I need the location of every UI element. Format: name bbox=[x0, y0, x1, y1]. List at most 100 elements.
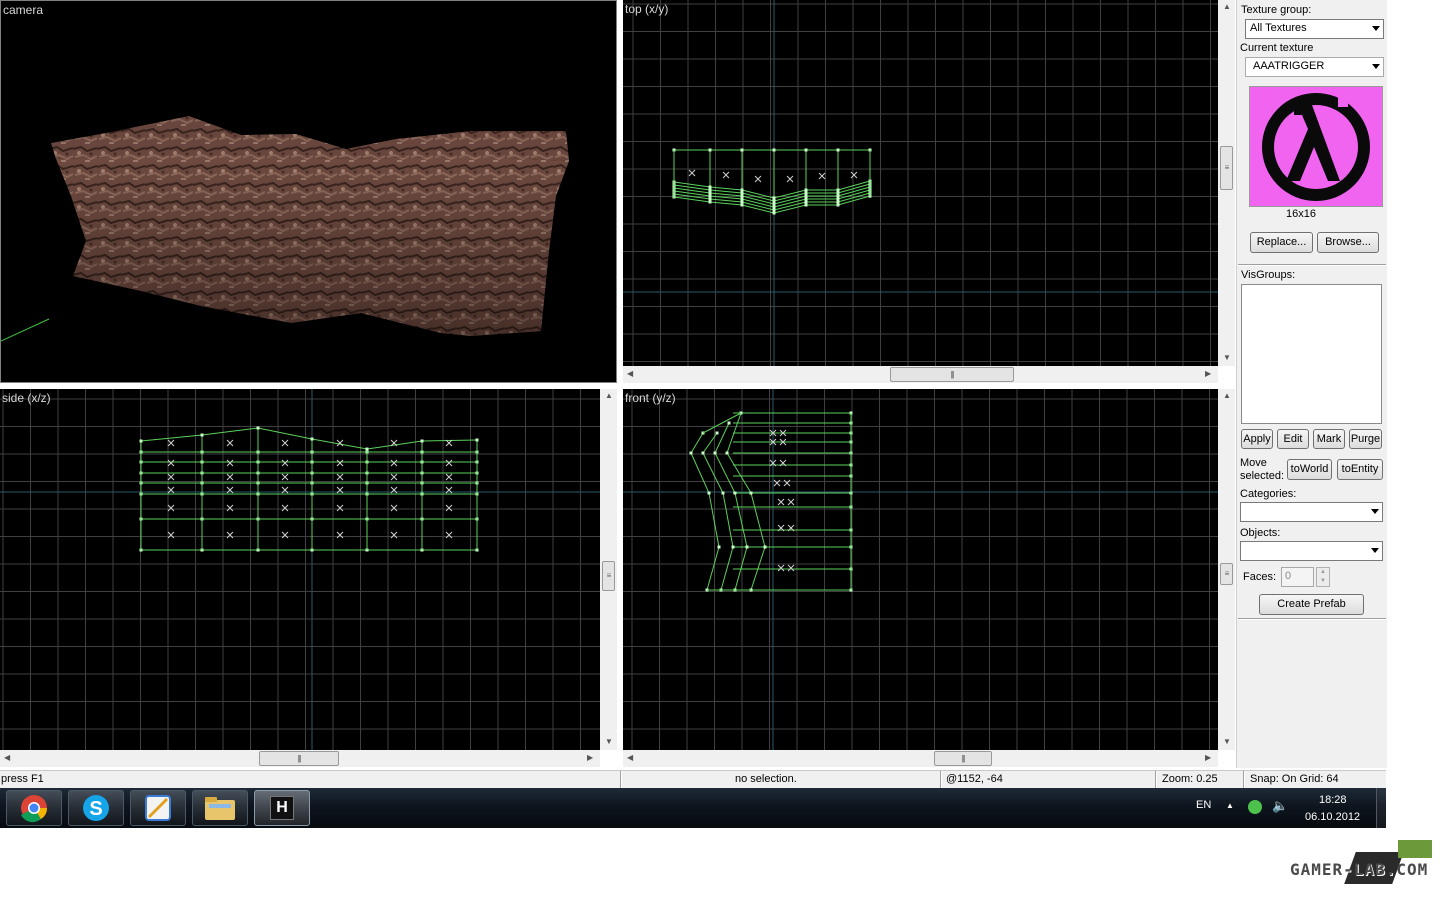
brush-center-marker bbox=[445, 473, 453, 481]
side-hscroll-thumb[interactable]: ||| bbox=[259, 751, 339, 766]
toworld-button[interactable]: toWorld bbox=[1287, 459, 1332, 480]
faces-input[interactable]: 0 bbox=[1281, 567, 1314, 587]
visgroups-list[interactable] bbox=[1241, 284, 1382, 424]
side-vscroll-thumb[interactable]: ≡ bbox=[602, 561, 615, 591]
current-texture-label: Current texture bbox=[1240, 42, 1314, 54]
gamer-lab-logo: GAMER-LAB.COM bbox=[1290, 840, 1438, 896]
faces-label: Faces: bbox=[1243, 571, 1277, 583]
brush-vertex bbox=[804, 194, 808, 198]
editor-icon bbox=[145, 795, 171, 821]
current-texture-select[interactable]: AAATRIGGER bbox=[1245, 57, 1384, 77]
brush-center-marker bbox=[786, 175, 794, 183]
brush-vertex bbox=[836, 148, 840, 152]
front-vscroll-thumb[interactable]: ≡ bbox=[1220, 563, 1233, 585]
front-viewport-vscroll[interactable]: ▲ ≡ ▼ bbox=[1218, 389, 1235, 750]
brush-vertex bbox=[804, 188, 808, 192]
texture-group-value: All Textures bbox=[1250, 22, 1307, 34]
categories-label: Categories: bbox=[1240, 488, 1297, 500]
brush-vertex bbox=[836, 197, 840, 201]
front-viewport-hscroll[interactable]: ◀ ||| ▶ bbox=[623, 750, 1218, 767]
side-viewport[interactable]: side (x/z) bbox=[0, 389, 600, 750]
brush-vertex bbox=[763, 545, 767, 549]
brush-center-marker bbox=[281, 459, 289, 467]
show-desktop-button[interactable] bbox=[1376, 788, 1387, 828]
front-viewport[interactable]: front (y/z) bbox=[623, 389, 1218, 750]
brush-vertex bbox=[740, 191, 744, 195]
brush-edge bbox=[140, 427, 478, 450]
top-hscroll-thumb[interactable]: ||| bbox=[890, 367, 1014, 382]
tray-expand-icon[interactable]: ▲ bbox=[1226, 801, 1234, 810]
camera-viewport[interactable]: camera bbox=[0, 0, 617, 383]
replace-button[interactable]: Replace... bbox=[1250, 232, 1313, 253]
brush-center-marker bbox=[850, 171, 858, 179]
side-viewport-vscroll[interactable]: ▲ ≡ ▼ bbox=[600, 389, 617, 750]
browse-button[interactable]: Browse... bbox=[1317, 232, 1379, 253]
brush-center-marker bbox=[818, 172, 826, 180]
watermark-text: GAMER-LAB.COM bbox=[1290, 860, 1429, 879]
rock-top-face bbox=[51, 116, 569, 161]
apply-button[interactable]: Apply bbox=[1241, 429, 1273, 449]
brush-vertex bbox=[708, 185, 712, 189]
taskbar-editor[interactable] bbox=[130, 790, 186, 826]
brush-vertex bbox=[772, 196, 776, 200]
brush-center-marker bbox=[390, 504, 398, 512]
panel-separator-bottom bbox=[1238, 618, 1386, 620]
objects-select[interactable] bbox=[1240, 541, 1383, 561]
brush-vertex bbox=[725, 451, 729, 455]
brush-vertex bbox=[708, 148, 712, 152]
brush-center-marker bbox=[167, 473, 175, 481]
language-indicator[interactable]: EN bbox=[1196, 799, 1211, 811]
brush-vertex bbox=[836, 191, 840, 195]
taskbar-chrome[interactable] bbox=[6, 790, 62, 826]
create-prefab-button[interactable]: Create Prefab bbox=[1259, 594, 1364, 615]
brush-vertex bbox=[689, 451, 693, 455]
brush-vertex bbox=[804, 200, 808, 204]
chrome-icon bbox=[21, 795, 48, 823]
taskbar-skype[interactable]: S bbox=[68, 790, 124, 826]
side-viewport-label: side (x/z) bbox=[2, 391, 51, 405]
brush-vertex bbox=[772, 148, 776, 152]
categories-select[interactable] bbox=[1240, 502, 1383, 522]
top-vscroll-thumb[interactable]: ≡ bbox=[1220, 146, 1233, 190]
move-selected-label: Move bbox=[1240, 457, 1267, 469]
brush-edge bbox=[702, 432, 734, 591]
taskbar-hammer[interactable]: H bbox=[254, 790, 310, 826]
brush-vertex bbox=[708, 191, 712, 195]
purge-button[interactable]: Purge bbox=[1349, 429, 1382, 449]
brush-center-marker bbox=[336, 504, 344, 512]
toentity-button[interactable]: toEntity bbox=[1337, 459, 1383, 480]
edit-button[interactable]: Edit bbox=[1277, 429, 1309, 449]
brush-center-marker bbox=[226, 459, 234, 467]
front-hscroll-thumb[interactable]: ||| bbox=[934, 751, 992, 766]
texture-group-select[interactable]: All Textures bbox=[1245, 19, 1384, 39]
brush-vertex bbox=[772, 211, 776, 215]
status-zoom: Zoom: 0.25 bbox=[1162, 773, 1218, 785]
clock-time[interactable]: 18:28 bbox=[1319, 794, 1347, 806]
brush-center-marker bbox=[390, 459, 398, 467]
brush-center-marker bbox=[787, 564, 795, 572]
top-viewport[interactable]: top (x/y) bbox=[623, 0, 1218, 366]
chevron-down-icon bbox=[1371, 548, 1379, 553]
top-viewport-hscroll[interactable]: ◀ ||| ▶ bbox=[623, 366, 1218, 383]
security-shield-icon[interactable] bbox=[1248, 800, 1262, 814]
brush-center-marker bbox=[754, 175, 762, 183]
brush-center-marker bbox=[336, 473, 344, 481]
top-viewport-vscroll[interactable]: ▲ ≡ ▼ bbox=[1218, 0, 1235, 366]
status-snap: Snap: On Grid: 64 bbox=[1250, 773, 1339, 785]
hammer-glyph: H bbox=[276, 799, 288, 816]
brush-vertex bbox=[749, 491, 753, 495]
brush-vertex bbox=[707, 491, 711, 495]
clock-date[interactable]: 06.10.2012 bbox=[1305, 811, 1360, 823]
faces-spinner[interactable]: ▲ ▼ bbox=[1316, 567, 1330, 587]
brush-center-marker bbox=[445, 459, 453, 467]
volume-icon[interactable]: 🔈 bbox=[1272, 798, 1288, 814]
brush-center-marker bbox=[226, 473, 234, 481]
texture-preview[interactable] bbox=[1249, 86, 1383, 207]
side-viewport-hscroll[interactable]: ◀ ||| ▶ bbox=[0, 750, 600, 767]
brush-vertex bbox=[731, 545, 735, 549]
taskbar-explorer[interactable] bbox=[192, 790, 248, 826]
brush-vertex bbox=[475, 438, 479, 442]
mark-button[interactable]: Mark bbox=[1313, 429, 1345, 449]
brush-vertex bbox=[836, 203, 840, 207]
logo-block-icon-2 bbox=[1398, 840, 1432, 858]
